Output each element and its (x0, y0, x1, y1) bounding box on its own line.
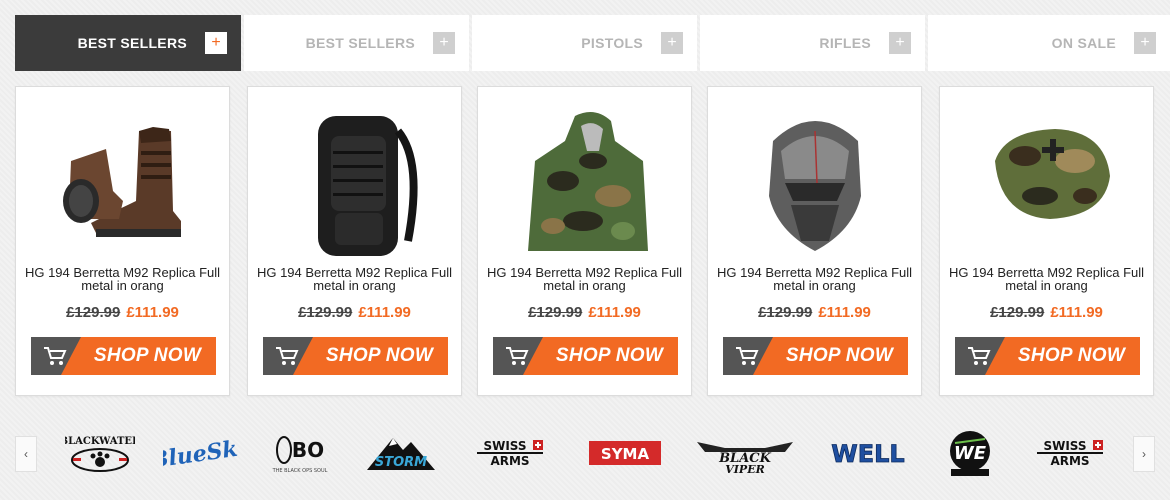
svg-text:SWISS: SWISS (1043, 439, 1086, 453)
plus-icon[interactable]: + (433, 32, 455, 54)
cart-icon (276, 347, 299, 365)
shop-now-label: SHOP NOW (555, 345, 664, 366)
brand-logo-black-viper[interactable]: BLACK VIPER (695, 425, 795, 480)
tab-on-sale[interactable]: ON SALE + (928, 15, 1170, 71)
tab-rifles[interactable]: RIFLES + (700, 15, 925, 71)
old-price: £129.99 (528, 304, 583, 321)
product-card: HG 194 Berretta M92 Replica Full metal i… (707, 86, 922, 396)
shop-now-label: SHOP NOW (785, 345, 894, 366)
carousel-prev-arrow[interactable]: ‹ (15, 436, 37, 472)
category-tabs: BEST SELLERS + BEST SELLERS + PISTOLS + … (15, 15, 1170, 71)
carousel-next-arrow[interactable]: › (1133, 436, 1155, 472)
product-name[interactable]: HG 194 Berretta M92 Replica Full metal i… (708, 266, 921, 292)
camo-jacket-image[interactable] (503, 101, 668, 261)
plus-icon[interactable]: + (205, 32, 227, 54)
old-price: £129.99 (758, 304, 813, 321)
brand-logo-well[interactable]: WELL (825, 425, 910, 480)
svg-text:THE BLACK OPS SOUL: THE BLACK OPS SOUL (272, 468, 328, 474)
tab-label: RIFLES (819, 35, 871, 51)
svg-text:BlueSky: BlueSky (163, 433, 238, 472)
sale-price: £111.99 (1050, 304, 1103, 321)
tab-label: BEST SELLERS (77, 35, 187, 51)
tab-best-sellers-active[interactable]: BEST SELLERS + (15, 15, 241, 71)
plus-icon[interactable]: + (661, 32, 683, 54)
brand-logo-we[interactable]: WE (935, 425, 1005, 480)
camo-pouch-image[interactable] (965, 101, 1130, 261)
sale-price: £111.99 (588, 304, 641, 321)
plus-icon[interactable]: + (1134, 32, 1156, 54)
boots-image[interactable] (41, 101, 206, 261)
cart-icon (968, 347, 991, 365)
svg-text:ARMS: ARMS (490, 454, 529, 468)
price-block: £129.99 £111.99 (478, 304, 691, 321)
product-card: HG 194 Berretta M92 Replica Full metal i… (939, 86, 1154, 396)
shop-now-button[interactable]: SHOP NOW (723, 337, 908, 375)
tab-label: PISTOLS (581, 35, 643, 51)
product-name[interactable]: HG 194 Berretta M92 Replica Full metal i… (940, 266, 1153, 292)
old-price: £129.99 (298, 304, 353, 321)
tab-best-sellers[interactable]: BEST SELLERS + (244, 15, 469, 71)
cart-icon (506, 347, 529, 365)
svg-text:SYMA: SYMA (601, 445, 650, 463)
product-name[interactable]: HG 194 Berretta M92 Replica Full metal i… (248, 266, 461, 292)
product-card: HG 194 Berretta M92 Replica Full metal i… (247, 86, 462, 396)
backpack-image[interactable] (273, 101, 438, 261)
brand-logo-blackwater[interactable]: BLACKWATER (60, 425, 140, 480)
shop-now-button[interactable]: SHOP NOW (263, 337, 448, 375)
svg-text:STORM: STORM (374, 455, 426, 470)
plus-icon[interactable]: + (889, 32, 911, 54)
shop-now-label: SHOP NOW (325, 345, 434, 366)
brand-carousel: ‹ BLACKWATER BlueSky BO THE BLACK OPS SOU… (15, 425, 1170, 485)
sale-price: £111.99 (126, 304, 179, 321)
shop-now-button[interactable]: SHOP NOW (955, 337, 1140, 375)
tab-label: BEST SELLERS (305, 35, 415, 51)
cart-icon (44, 347, 67, 365)
svg-text:VIPER: VIPER (725, 463, 764, 475)
svg-text:WE: WE (954, 443, 987, 464)
brand-logo-storm[interactable]: STORM (360, 425, 440, 480)
shop-now-label: SHOP NOW (93, 345, 202, 366)
sale-price: £111.99 (358, 304, 411, 321)
brand-logo-syma[interactable]: SYMA (585, 425, 665, 480)
price-block: £129.99 £111.99 (16, 304, 229, 321)
old-price: £129.99 (66, 304, 121, 321)
shop-now-label: SHOP NOW (1017, 345, 1126, 366)
brand-logo-bo[interactable]: BO THE BLACK OPS SOUL (260, 425, 340, 480)
sale-price: £111.99 (818, 304, 871, 321)
old-price: £129.99 (990, 304, 1045, 321)
tab-label: ON SALE (1051, 35, 1116, 51)
cart-icon (736, 347, 759, 365)
product-name[interactable]: HG 194 Berretta M92 Replica Full metal i… (16, 266, 229, 292)
svg-text:WELL: WELL (831, 440, 904, 468)
price-block: £129.99 £111.99 (708, 304, 921, 321)
price-block: £129.99 £111.99 (940, 304, 1153, 321)
product-name[interactable]: HG 194 Berretta M92 Replica Full metal i… (478, 266, 691, 292)
svg-text:SWISS: SWISS (483, 439, 526, 453)
svg-text:BO: BO (292, 438, 324, 462)
shop-now-button[interactable]: SHOP NOW (31, 337, 216, 375)
svg-text:ARMS: ARMS (1050, 454, 1089, 468)
predator-mask-image[interactable] (733, 101, 898, 261)
shop-now-button[interactable]: SHOP NOW (493, 337, 678, 375)
product-card: HG 194 Berretta M92 Replica Full metal i… (15, 86, 230, 396)
price-block: £129.99 £111.99 (248, 304, 461, 321)
product-card: HG 194 Berretta M92 Replica Full metal i… (477, 86, 692, 396)
svg-text:BLACKWATER: BLACKWATER (65, 436, 135, 447)
brand-logo-swiss-arms[interactable]: SWISS ARMS (470, 425, 550, 480)
brand-logo-swiss-arms-2[interactable]: SWISS ARMS (1030, 425, 1110, 480)
brand-logo-bluesky[interactable]: BlueSky (160, 425, 240, 480)
tab-pistols[interactable]: PISTOLS + (472, 15, 697, 71)
